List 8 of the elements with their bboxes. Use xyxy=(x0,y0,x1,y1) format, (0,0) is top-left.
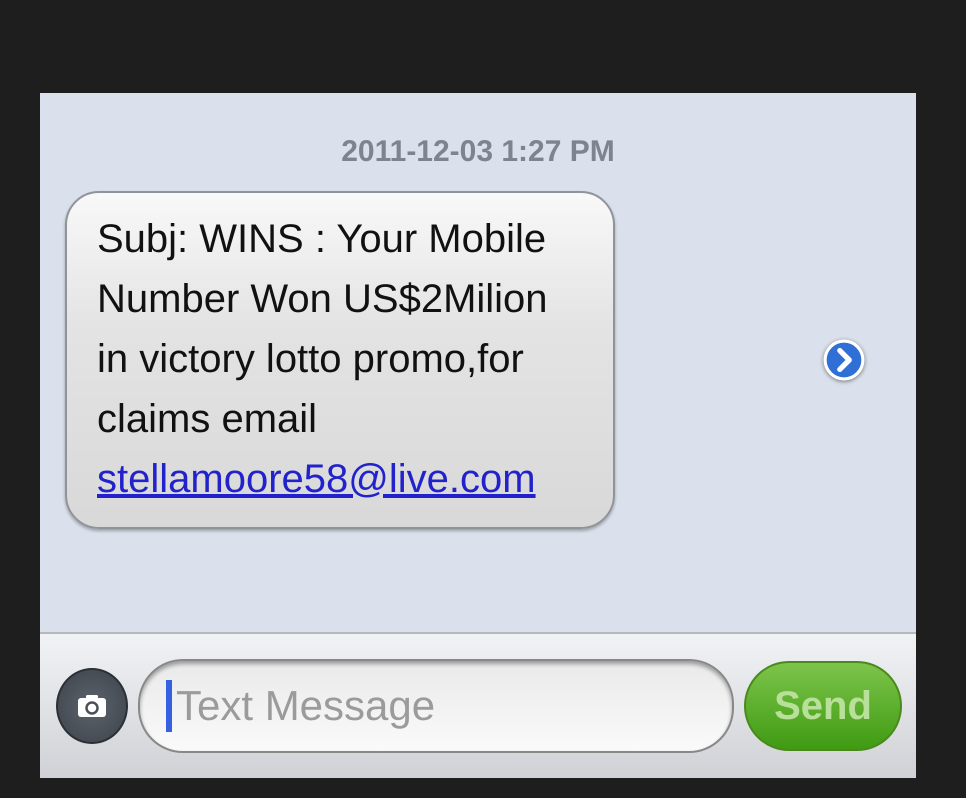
text-input[interactable]: Text Message xyxy=(172,682,676,730)
camera-icon xyxy=(77,694,107,718)
email-link[interactable]: stellamoore58@live.com xyxy=(97,457,536,501)
message-input-field[interactable]: Text Message xyxy=(138,659,734,753)
message-timestamp: 2011-12-03 1:27 PM xyxy=(340,135,616,169)
text-cursor xyxy=(166,680,172,732)
message-text: Subj: WINS : Your Mobile Number Won US$2Milion in victory lotto promo,for claims email xyxy=(97,217,548,441)
chevron-icon[interactable] xyxy=(823,339,865,381)
